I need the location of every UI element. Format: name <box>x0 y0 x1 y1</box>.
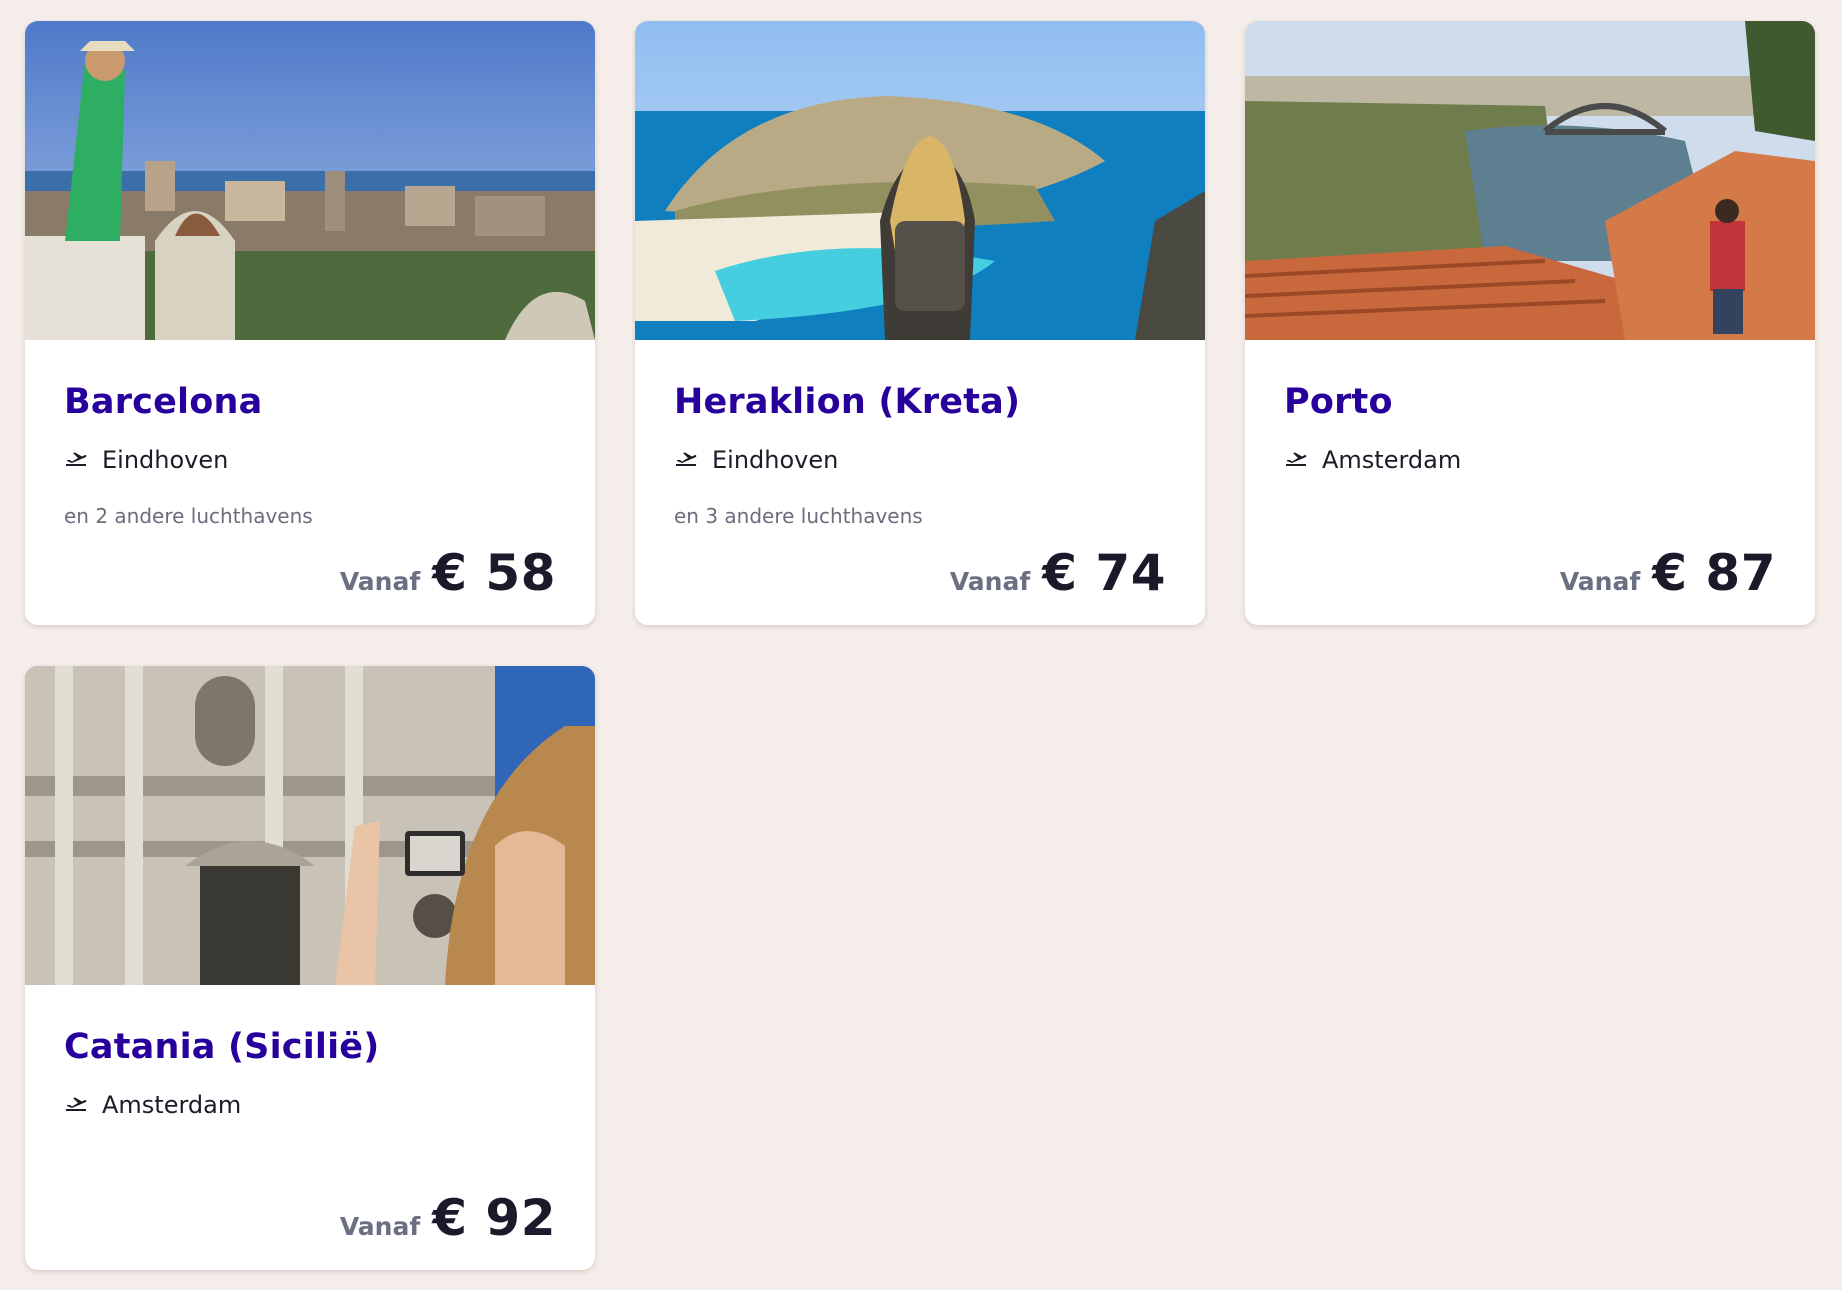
departure-airport: Eindhoven <box>712 446 839 474</box>
destination-title: Porto <box>1284 382 1393 422</box>
card-body: Catania (Sicilië) Amsterdam Vanaf € 92 <box>25 985 595 1270</box>
price-row: Vanaf € 87 <box>1560 544 1776 602</box>
plane-departure-icon <box>676 452 697 466</box>
card-body: Heraklion (Kreta) Eindhoven en 3 andere … <box>635 340 1205 625</box>
destination-image <box>1245 21 1815 340</box>
price: € 74 <box>1042 544 1166 602</box>
destination-image <box>635 21 1205 340</box>
departure-airport: Eindhoven <box>102 446 229 474</box>
other-airports: en 3 andere luchthavens <box>674 504 923 528</box>
plane-departure-icon <box>66 452 87 466</box>
destination-card-porto[interactable]: Porto Amsterdam Vanaf € 87 <box>1245 21 1815 625</box>
plane-departure-icon <box>1286 452 1307 466</box>
price-prefix: Vanaf <box>949 567 1031 596</box>
departure-airport: Amsterdam <box>1322 446 1462 474</box>
price-row: Vanaf € 92 <box>340 1189 556 1247</box>
porto-photo <box>1245 21 1815 340</box>
card-body: Porto Amsterdam Vanaf € 87 <box>1245 340 1815 625</box>
destination-image <box>25 666 595 985</box>
departure-airport-row: Amsterdam <box>1284 446 1461 474</box>
departure-airport: Amsterdam <box>102 1091 242 1119</box>
destination-title: Catania (Sicilië) <box>64 1027 380 1067</box>
price-prefix: Vanaf <box>339 1212 421 1241</box>
catania-photo <box>25 666 595 985</box>
price-row: Vanaf € 58 <box>340 544 556 602</box>
price-row: Vanaf € 74 <box>950 544 1166 602</box>
destination-card-heraklion[interactable]: Heraklion (Kreta) Eindhoven en 3 andere … <box>635 21 1205 625</box>
destination-image <box>25 21 595 340</box>
card-body: Barcelona Eindhoven en 2 andere luchthav… <box>25 340 595 625</box>
price-prefix: Vanaf <box>1559 567 1641 596</box>
departure-airport-row: Amsterdam <box>64 1091 241 1119</box>
destination-card-catania[interactable]: Catania (Sicilië) Amsterdam Vanaf € 92 <box>25 666 595 1270</box>
destination-grid: Barcelona Eindhoven en 2 andere luchthav… <box>25 21 1815 1270</box>
departure-airport-row: Eindhoven <box>674 446 838 474</box>
departure-airport-row: Eindhoven <box>64 446 228 474</box>
plane-departure-icon <box>66 1097 87 1111</box>
destination-title: Heraklion (Kreta) <box>674 382 1021 422</box>
price: € 92 <box>432 1189 556 1247</box>
destination-title: Barcelona <box>64 382 263 422</box>
price-prefix: Vanaf <box>339 567 421 596</box>
destination-card-barcelona[interactable]: Barcelona Eindhoven en 2 andere luchthav… <box>25 21 595 625</box>
barcelona-photo <box>25 21 595 340</box>
price: € 87 <box>1652 544 1776 602</box>
price: € 58 <box>432 544 556 602</box>
heraklion-photo <box>635 21 1205 340</box>
other-airports: en 2 andere luchthavens <box>64 504 313 528</box>
